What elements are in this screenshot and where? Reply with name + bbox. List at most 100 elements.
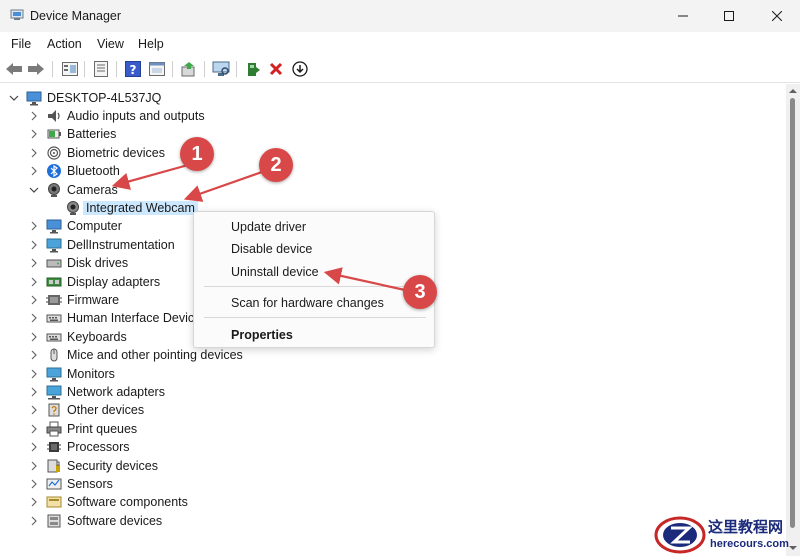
maximize-icon (724, 11, 734, 21)
bluetooth-icon (47, 164, 61, 179)
watermark-url: herecours.com (710, 538, 789, 550)
tree-item-cameras[interactable]: Cameras (0, 181, 786, 199)
tree-item-print-queues[interactable]: Print queues (0, 420, 786, 438)
add-driver-button[interactable] (243, 59, 263, 79)
menu-disable-device[interactable]: Disable device (194, 238, 434, 260)
hid-icon (46, 314, 62, 323)
chevron-right-icon[interactable] (29, 478, 39, 490)
device-list-icon (94, 61, 108, 77)
menu-update-driver[interactable]: Update driver (194, 216, 434, 238)
tree-item-processors[interactable]: Processors (0, 438, 786, 456)
tree-item-label: Cameras (67, 182, 118, 197)
menu-help[interactable]: Help (138, 37, 164, 51)
disk-icon (46, 259, 62, 268)
scrollbar-thumb[interactable] (790, 98, 795, 528)
chevron-right-icon[interactable] (29, 276, 39, 288)
chevron-right-icon[interactable] (29, 404, 39, 416)
chevron-right-icon[interactable] (29, 128, 39, 140)
minimize-icon (678, 15, 688, 17)
tree-item-other-devices[interactable]: Other devices (0, 401, 786, 419)
scan-hardware-button[interactable] (211, 59, 231, 79)
tree-item-biometric-devices[interactable]: Biometric devices (0, 144, 786, 162)
tree-item-label: Biometric devices (67, 145, 165, 160)
chevron-right-icon[interactable] (29, 239, 39, 251)
scroll-up-icon[interactable] (789, 87, 797, 95)
close-button[interactable] (754, 0, 800, 32)
chevron-right-icon[interactable] (29, 515, 39, 527)
chevron-right-icon[interactable] (29, 110, 39, 122)
tree-root[interactable]: DESKTOP-4L537JQ (0, 89, 786, 107)
chevron-right-icon[interactable] (29, 386, 39, 398)
tree-item-software-components[interactable]: Software components (0, 493, 786, 511)
forward-button[interactable] (26, 59, 46, 79)
title-bar: Device Manager (0, 0, 800, 32)
tree-item-label: Network adapters (67, 385, 165, 399)
tree-item-security-devices[interactable]: Security devices (0, 457, 786, 475)
chevron-right-icon[interactable] (29, 496, 39, 508)
tree-item-label: Keyboards (67, 329, 127, 344)
help-icon: ? (125, 61, 141, 77)
chevron-right-icon[interactable] (29, 368, 39, 380)
chevron-down-icon[interactable] (29, 184, 39, 196)
menu-scan-hardware[interactable]: Scan for hardware changes (194, 292, 434, 314)
tree-item-label: Audio inputs and outputs (67, 109, 205, 123)
camera-icon (48, 182, 60, 197)
tree-item-batteries[interactable]: Batteries (0, 125, 786, 143)
chevron-right-icon[interactable] (29, 257, 39, 269)
uninstall-button[interactable] (266, 59, 286, 79)
add-driver-icon (248, 63, 260, 76)
chevron-right-icon[interactable] (29, 312, 39, 324)
properties-view-button[interactable] (60, 59, 80, 79)
menu-file[interactable]: File (11, 37, 31, 51)
tree-item-label: Firmware (67, 293, 120, 307)
maximize-button[interactable] (706, 0, 752, 32)
chevron-right-icon[interactable] (29, 423, 39, 435)
tree-item-label: Print queues (67, 421, 138, 436)
chevron-right-icon[interactable] (29, 331, 39, 343)
chevron-down-icon[interactable] (9, 92, 19, 104)
context-menu: Update driver Disable device Uninstall d… (193, 211, 435, 348)
tree-item-monitors[interactable]: Monitors (0, 365, 786, 383)
tree-item-label: Mice and other pointing devices (67, 348, 243, 363)
tree-item-label: Security devices (67, 458, 159, 473)
chevron-right-icon[interactable] (29, 460, 39, 472)
monitor-icon (46, 238, 62, 253)
device-manager-icon (10, 9, 24, 20)
tree-item-network-adapters[interactable]: Network adapters (0, 383, 786, 401)
annotation-badge-1: 1 (180, 137, 214, 171)
menu-separator (204, 286, 426, 287)
toolbar: ? (0, 55, 800, 83)
disable-button[interactable] (290, 59, 310, 79)
tree-item-bluetooth[interactable]: Bluetooth (0, 162, 786, 180)
watermark: 这里教程网 herecours.com (650, 514, 800, 556)
battery-icon (47, 129, 61, 139)
chevron-right-icon[interactable] (29, 349, 39, 361)
device-list-button[interactable] (91, 59, 111, 79)
tree-item-mice-and-other-pointing-devices[interactable]: Mice and other pointing devices (0, 346, 786, 364)
tree-item-audio-inputs-and-outputs[interactable]: Audio inputs and outputs (0, 107, 786, 125)
tree-root-label: DESKTOP-4L537JQ (47, 91, 162, 105)
help-button[interactable]: ? (123, 59, 143, 79)
menu-uninstall-device[interactable]: Uninstall device (194, 261, 434, 283)
update-driver-button[interactable] (179, 59, 199, 79)
vertical-scrollbar[interactable] (786, 84, 800, 556)
annotation-badge-3: 3 (403, 275, 437, 309)
keyboard-icon (46, 333, 62, 342)
chevron-right-icon[interactable] (29, 294, 39, 306)
tree-item-sensors[interactable]: Sensors (0, 475, 786, 493)
chevron-right-icon[interactable] (29, 147, 39, 159)
tree-item-label: Software devices (67, 513, 163, 528)
menu-properties[interactable]: Properties (194, 324, 434, 346)
tree-item-label: Disk drives (67, 256, 129, 271)
minimize-button[interactable] (660, 0, 706, 32)
show-hidden-button[interactable] (147, 59, 167, 79)
z-logo-icon (654, 516, 706, 554)
chevron-right-icon[interactable] (29, 441, 39, 453)
chevron-right-icon[interactable] (29, 165, 39, 177)
menu-action[interactable]: Action (47, 37, 82, 51)
chevron-right-icon[interactable] (29, 220, 39, 232)
menu-view[interactable]: View (97, 37, 124, 51)
tree-item-label: Human Interface Device (67, 311, 202, 326)
tree-item-label: Computer (67, 219, 122, 234)
back-button[interactable] (4, 59, 24, 79)
